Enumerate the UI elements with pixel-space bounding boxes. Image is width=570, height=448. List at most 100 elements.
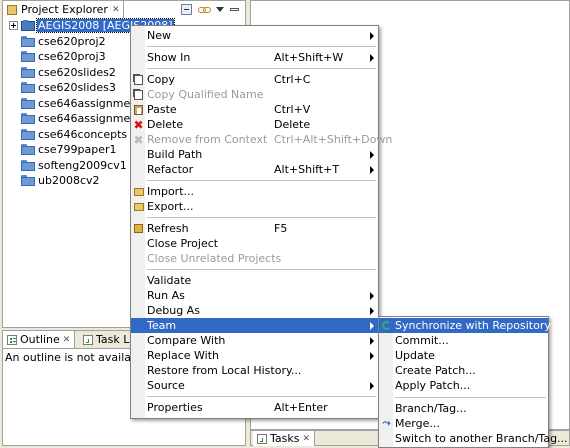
menu-item-show-in[interactable]: Show In Alt+Shift+W xyxy=(131,50,378,65)
menu-item-debug-as[interactable]: Debug As xyxy=(131,303,378,318)
link-with-editor-icon[interactable] xyxy=(198,4,211,15)
menu-item-label: Replace With xyxy=(147,349,219,362)
tab-outline[interactable]: Outline ✕ xyxy=(3,331,76,348)
folder-icon xyxy=(21,113,35,125)
tasks-tab-label: Tasks xyxy=(270,432,300,445)
menu-item-label: New xyxy=(147,29,171,42)
menu-separator xyxy=(147,46,376,47)
menu-item-new[interactable]: New xyxy=(131,28,378,43)
menu-item-label: Delete xyxy=(147,118,184,131)
submenu-arrow-icon xyxy=(370,321,374,330)
menu-item-label: Import... xyxy=(147,185,194,198)
submenu-arrow-icon xyxy=(370,31,374,40)
menu-item-synchronize-with-repository[interactable]: Synchronize with Repository xyxy=(379,318,551,333)
menu-item-label: Source xyxy=(147,379,185,392)
menu-item-label: Refactor xyxy=(147,163,194,176)
menu-item-shortcut: Alt+Shift+T xyxy=(274,163,340,176)
menu-item-label: Restore from Local History... xyxy=(147,364,302,377)
sync-icon xyxy=(381,320,392,331)
copy-icon xyxy=(133,74,144,85)
team-submenu: Synchronize with Repository Commit... Upda… xyxy=(378,316,568,448)
view-menu-icon[interactable] xyxy=(216,7,224,12)
menu-item-properties[interactable]: Properties Alt+Enter xyxy=(131,400,378,415)
menu-item-refresh[interactable]: Refresh F5 xyxy=(131,221,378,236)
menu-item-close-project[interactable]: Close Project xyxy=(131,236,378,251)
menu-item-shortcut: Alt+Shift+W xyxy=(274,51,344,64)
menu-item-create-patch[interactable]: Create Patch... xyxy=(379,363,548,378)
menu-item-replace-with[interactable]: Replace With xyxy=(131,348,378,363)
menu-item-merge[interactable]: ⤳ Merge... xyxy=(379,416,548,431)
menu-item-branch-tag[interactable]: Branch/Tag... xyxy=(379,401,548,416)
tree-item-label: cse620slides3 xyxy=(38,81,116,95)
menu-item-run-as[interactable]: Run As xyxy=(131,288,378,303)
folder-icon xyxy=(21,51,35,63)
submenu-arrow-icon xyxy=(370,150,374,159)
expand-icon[interactable] xyxy=(9,21,18,30)
folder-icon xyxy=(21,144,35,156)
view-toolbar xyxy=(181,1,245,18)
tree-item-label: softeng2009cv1 xyxy=(38,158,127,172)
menu-item-team[interactable]: Team xyxy=(131,318,378,333)
menu-item-restore-from-local-history[interactable]: Restore from Local History... xyxy=(131,363,378,378)
menu-item-switch-to-another-branch-tag[interactable]: Switch to another Branch/Tag... xyxy=(379,431,568,446)
menu-item-update[interactable]: Update xyxy=(379,348,548,363)
menu-item-compare-with[interactable]: Compare With xyxy=(131,333,378,348)
copy-icon xyxy=(133,89,144,100)
tab-task-list[interactable]: Task Li xyxy=(79,331,136,348)
menu-item-label: Show In xyxy=(147,51,191,64)
menu-item-label: Copy xyxy=(147,73,175,86)
folder-icon xyxy=(21,159,35,171)
menu-item-label: Close Unrelated Projects xyxy=(147,252,282,265)
menu-item-validate[interactable]: Validate xyxy=(131,273,378,288)
menu-separator xyxy=(147,180,376,181)
close-icon[interactable]: ✕ xyxy=(302,434,310,444)
menu-item-build-path[interactable]: Build Path xyxy=(131,147,378,162)
menu-item-label: Refresh xyxy=(147,222,189,235)
menu-item-delete[interactable]: ✖ Delete Delete xyxy=(131,117,378,132)
task-list-tab-label: Task Li xyxy=(96,333,133,346)
menu-item-label: Build Path xyxy=(147,148,203,161)
menu-item-close-unrelated-projects: Close Unrelated Projects xyxy=(131,251,378,266)
tab-project-explorer[interactable]: Project Explorer ✕ xyxy=(3,1,125,18)
menu-item-label: Team xyxy=(147,319,177,332)
menu-item-export[interactable]: Export... xyxy=(131,199,378,214)
remove-icon: ✖ xyxy=(133,132,144,147)
menu-item-shortcut: Ctrl+C xyxy=(274,73,311,86)
menu-item-label: Debug As xyxy=(147,304,200,317)
menu-item-label: Create Patch... xyxy=(395,364,476,377)
menu-item-label: Apply Patch... xyxy=(395,379,471,392)
menu-item-import[interactable]: Import... xyxy=(131,184,378,199)
menu-item-shortcut: Ctrl+Alt+Shift+Down xyxy=(274,133,393,146)
close-icon[interactable]: ✕ xyxy=(112,5,120,15)
menu-item-label: Properties xyxy=(147,401,203,414)
close-icon[interactable]: ✕ xyxy=(63,335,71,345)
menu-item-label: Paste xyxy=(147,103,177,116)
menu-item-shortcut: F5 xyxy=(274,222,288,235)
tree-item-label: ub2008cv2 xyxy=(38,174,100,188)
menu-item-source[interactable]: Source xyxy=(131,378,378,393)
menu-item-apply-patch[interactable]: Apply Patch... xyxy=(379,378,548,393)
submenu-arrow-icon xyxy=(370,291,374,300)
tab-tasks[interactable]: Tasks ✕ xyxy=(253,431,316,446)
menu-item-refactor[interactable]: Refactor Alt+Shift+T xyxy=(131,162,378,177)
outline-icon xyxy=(7,334,17,345)
menu-item-label: Close Project xyxy=(147,237,219,250)
menu-item-label: Validate xyxy=(147,274,192,287)
menu-item-commit[interactable]: Commit... xyxy=(379,333,548,348)
tree-item-label: cse620proj3 xyxy=(38,50,106,64)
menu-item-label: Update xyxy=(395,349,435,362)
folder-icon xyxy=(21,82,35,94)
menu-separator xyxy=(395,397,546,398)
menu-item-label: Run As xyxy=(147,289,185,302)
menu-item-paste[interactable]: Paste Ctrl+V xyxy=(131,102,378,117)
tasks-icon xyxy=(257,433,267,444)
menu-item-copy[interactable]: Copy Ctrl+C xyxy=(131,72,378,87)
folder-icon xyxy=(21,128,35,140)
menu-item-label: Compare With xyxy=(147,334,226,347)
delete-icon: ✖ xyxy=(133,117,144,132)
collapse-all-icon[interactable] xyxy=(181,4,192,15)
submenu-arrow-icon xyxy=(370,336,374,345)
refresh-icon xyxy=(133,223,144,234)
menu-separator xyxy=(147,68,376,69)
minimize-icon[interactable] xyxy=(230,8,239,11)
